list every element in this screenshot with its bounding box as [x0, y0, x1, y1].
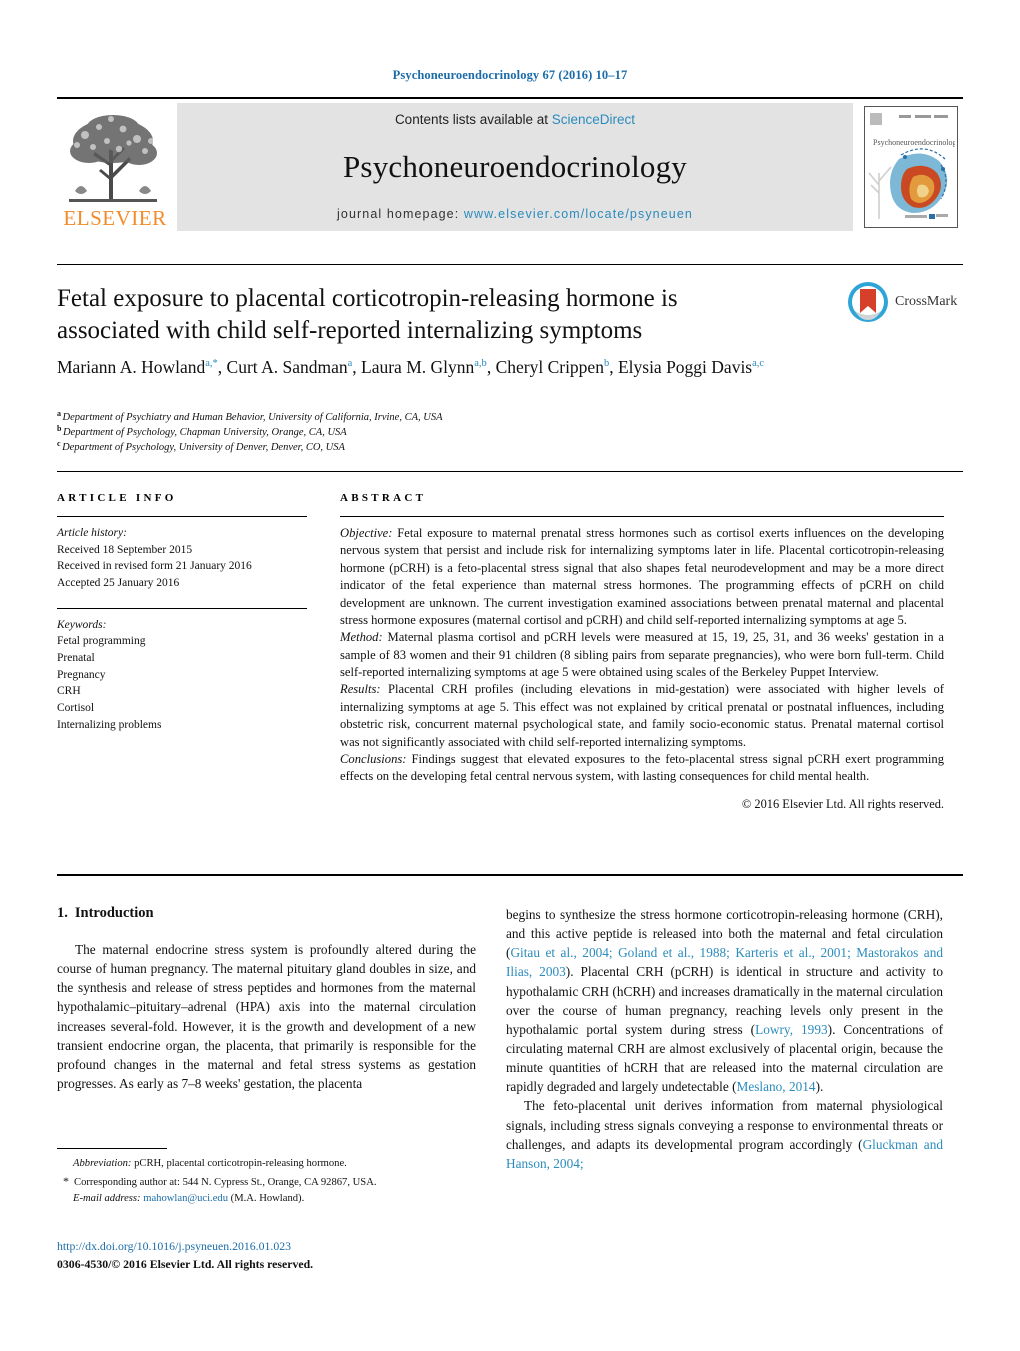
intro-right-paragraph-2: The feto-placental unit derives informat…: [506, 1098, 943, 1171]
section-title: Introduction: [74, 905, 154, 921]
citation-link[interactable]: Gitau et al., 2004; Goland et al., 1988;…: [506, 945, 943, 979]
abbreviation-text: pCRH, placental corticotropin-releasing …: [131, 1158, 347, 1169]
contents-available-line: Contents lists available at ScienceDirec…: [395, 112, 635, 127]
author-affiliation-mark: b: [603, 358, 610, 370]
article-history-item: Received in revised form 21 January 2016: [57, 560, 252, 573]
journal-cover-block: Psychoneuroendocrinology: [859, 103, 963, 231]
citation-link[interactable]: Lowry, 1993: [755, 1022, 828, 1037]
crossmark-icon: [848, 282, 888, 322]
svg-text:Psychoneuroendocrinology: Psychoneuroendocrinology: [873, 138, 955, 147]
abstract-column: ABSTRACT Objective: Fetal exposure to ma…: [340, 492, 944, 812]
page-title: Fetal exposure to placental corticotropi…: [57, 285, 678, 345]
keyword-item: Prenatal: [57, 652, 95, 665]
affiliation-item: b Department of Psychology, Chapman Unive…: [57, 423, 347, 439]
elsevier-tree-icon: [69, 115, 157, 202]
sciencedirect-link[interactable]: ScienceDirect: [552, 112, 635, 127]
abstract-section-label: Objective:: [340, 526, 393, 540]
journal-article-page: Psychoneuroendocrinology 67 (2016) 10–17: [0, 0, 1020, 1351]
keyword-item: Cortisol: [57, 702, 95, 715]
keywords-rule: [57, 607, 307, 609]
issn-copyright-line: 0306-4530/© 2016 Elsevier Ltd. All right…: [57, 1256, 314, 1271]
author-name: Elysia Poggi Davis: [617, 357, 753, 377]
email-suffix: (M.A. Howland).: [228, 1192, 305, 1204]
running-head: Psychoneuroendocrinology 67 (2016) 10–17: [392, 68, 628, 82]
masthead-center-panel: Contents lists available at ScienceDirec…: [177, 103, 853, 231]
abstract-body: Objective: Fetal exposure to maternal pr…: [340, 525, 944, 786]
abstract-section-label: Results:: [340, 682, 381, 697]
intro-paragraph: The maternal endocrine stress system is …: [57, 942, 476, 1091]
crossmark-label: CrossMark: [895, 294, 958, 309]
publication-footer: http://dx.doi.org/10.1016/j.psyneuen.201…: [57, 1238, 487, 1273]
author-affiliation-mark: a,c: [752, 358, 765, 370]
body-column-right: begins to synthesize the stress hormone …: [506, 905, 943, 1173]
author-name: Curt A. Sandman: [226, 357, 348, 377]
footnote-email: E-mail address: mahowlan@uci.edu (M.A. H…: [57, 1191, 476, 1207]
doi-link[interactable]: http://dx.doi.org/10.1016/j.psyneuen.201…: [57, 1238, 487, 1256]
intro-left-paragraphs: The maternal endocrine stress system is …: [57, 940, 476, 1093]
journal-homepage-line: journal homepage: www.elsevier.com/locat…: [337, 207, 693, 221]
corresponding-author-text: Corresponding author at: 544 N. Cypress …: [74, 1176, 377, 1188]
abstract-section-label: Conclusions:: [340, 751, 407, 766]
footnote-abbreviation: Abbreviation: pCRH, placental corticotro…: [57, 1156, 476, 1172]
footnote-rule: [57, 1148, 167, 1149]
elsevier-logo: ELSEVIER: [57, 103, 173, 231]
journal-title: Psychoneuroendocrinology: [342, 149, 687, 184]
footnote-block: Abbreviation: pCRH, placental corticotro…: [57, 1148, 476, 1207]
author-name: Cheryl Crippen: [495, 357, 604, 377]
abstract-divider-bottom: [57, 874, 963, 876]
body-column-left: 1. Introduction The maternal endocrine st…: [57, 905, 476, 1093]
abstract-section: Method: Maternal plasma cortisol and pCR…: [340, 630, 944, 679]
keyword-item: Internalizing problems: [57, 718, 162, 731]
author-name: Laura M. Glynn: [361, 357, 475, 377]
article-history-item: Accepted 25 January 2016: [57, 577, 180, 590]
intro-right-paragraph-1: begins to synthesize the stress hormone …: [506, 907, 944, 1095]
corresponding-author-mark: *: [63, 1173, 69, 1188]
abstract-copyright: © 2016 Elsevier Ltd. All rights reserved…: [741, 796, 944, 811]
footnote-corresponding-author: * Corresponding author at: 544 N. Cypress…: [57, 1172, 476, 1191]
contents-prefix: Contents lists available at: [394, 112, 552, 127]
email-label: E-mail address:: [73, 1192, 141, 1204]
author-name: Mariann A. Howland: [57, 357, 206, 377]
elsevier-wordmark: ELSEVIER: [63, 206, 167, 230]
article-info-rule: [57, 516, 307, 517]
abstract-rule: [340, 516, 944, 517]
affiliation-item: c Department of Psychology, University of…: [57, 438, 345, 454]
abbreviation-label: Abbreviation:: [73, 1158, 132, 1169]
author-affiliation-mark: a: [347, 358, 353, 370]
abstract-section: Objective: Fetal exposure to maternal pr…: [340, 526, 944, 627]
abstract-heading: ABSTRACT: [340, 492, 427, 504]
citation-link[interactable]: Gluckman and Hanson, 2004;: [506, 1137, 943, 1171]
abstract-section: Results: Placental CRH profiles (includi…: [340, 682, 944, 749]
crossmark-badge[interactable]: CrossMark: [847, 281, 965, 323]
author-affiliation-mark: a,b: [474, 358, 487, 370]
abstract-divider-top: [57, 471, 963, 472]
article-history-block: Article history: Received 18 September 2…: [57, 525, 307, 592]
article-history-item: Received 18 September 2015: [57, 543, 193, 556]
keywords-label: Keywords:: [57, 618, 107, 631]
abstract-section: Conclusions: Findings suggest that eleva…: [340, 751, 944, 784]
article-history-label: Article history:: [57, 527, 127, 539]
affiliation-item: a Department of Psychiatry and Human Beha…: [57, 408, 443, 423]
article-info-column: ARTICLE INFO Article history: Received 1…: [57, 492, 307, 733]
keyword-item: Fetal programming: [57, 635, 146, 648]
abstract-section-label: Method:: [340, 630, 383, 645]
author-list: Mariann A. Howlanda,*, Curt A. Sandmana,…: [57, 357, 765, 377]
journal-homepage-link[interactable]: www.elsevier.com/locate/psyneuen: [464, 207, 693, 221]
title-divider: [57, 264, 963, 265]
section-number: 1.: [57, 905, 68, 921]
article-history-items: Received 18 September 2015 Received in re…: [57, 542, 307, 592]
email-link[interactable]: mahowlan@uci.edu: [143, 1193, 228, 1204]
article-info-heading: ARTICLE INFO: [57, 492, 177, 504]
journal-cover-thumbnail: Psychoneuroendocrinology: [864, 106, 958, 228]
author-affiliation-mark: a,*: [205, 358, 218, 370]
affiliation-list: a Department of Psychiatry and Human Beha…: [57, 408, 757, 456]
citation-link[interactable]: Meslano, 2014: [737, 1079, 816, 1094]
keywords-items: Fetal programming Prenatal Pregnancy CRH Cor…: [57, 633, 307, 733]
keywords-block: Keywords: Fetal programming Prenatal Pregn…: [57, 617, 307, 734]
keyword-item: CRH: [57, 685, 81, 698]
section-heading-introduction: 1. Introduction: [57, 905, 476, 922]
keyword-item: Pregnancy: [57, 668, 106, 681]
homepage-prefix: journal homepage:: [337, 207, 464, 221]
journal-masthead: ELSEVIER Contents lists available at Sci…: [57, 97, 963, 232]
